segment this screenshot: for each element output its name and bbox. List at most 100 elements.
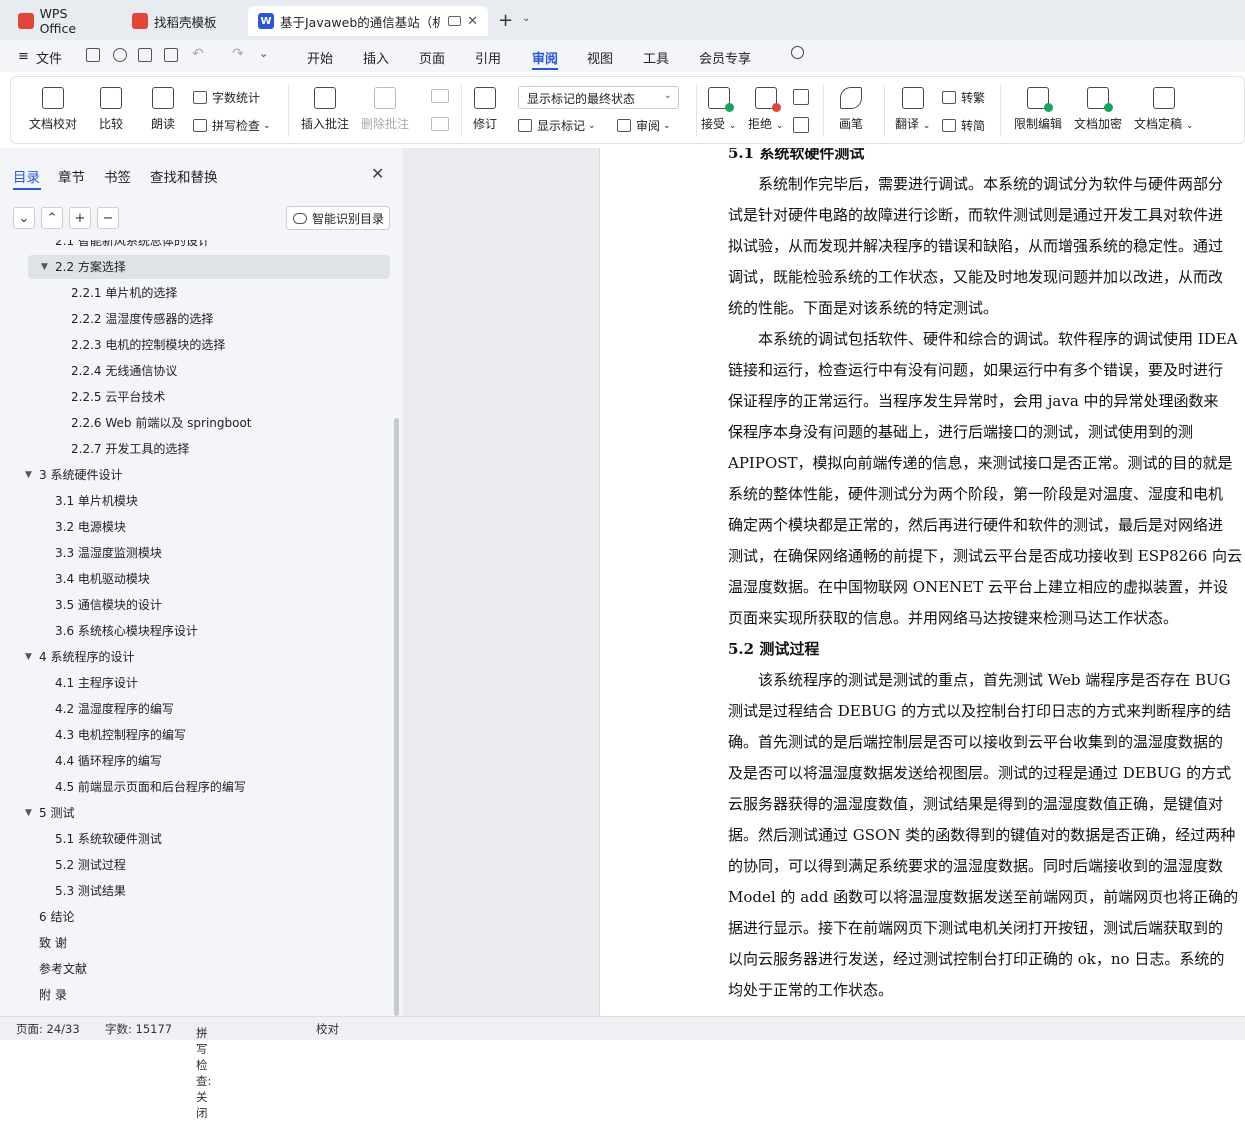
toc-item[interactable]: 4.4 循环程序的编写 [55,750,162,772]
expand-triangle-icon[interactable]: ▼ [25,646,32,668]
chevron-down-icon: ⌄ [663,90,672,101]
close-tab-icon[interactable]: ✕ [467,14,478,29]
menu-home[interactable]: 开始 [307,48,333,67]
toc-item[interactable]: 2.2.6 Web 前端以及 springboot [71,412,252,434]
restrict-edit-button[interactable]: 限制编辑 [1014,87,1062,132]
save-icon[interactable] [86,48,100,62]
menu-member[interactable]: 会员专享 [699,48,751,67]
toc-item[interactable]: 2.2.5 云平台技术 [71,386,165,408]
nav-scrollbar[interactable] [394,418,399,1016]
pen-button[interactable]: 画笔 [839,87,863,132]
toc-item[interactable]: 2.2.1 单片机的选择 [71,282,177,304]
expand-triangle-icon[interactable]: ▼ [25,464,32,486]
search-icon[interactable] [791,46,804,59]
doc-check-button[interactable]: 文档校对 [29,87,77,132]
tab-chapters[interactable]: 章节 [58,166,85,186]
toc-item[interactable]: 3.2 电源模块 [55,516,126,538]
toc-item[interactable]: 6 结论 [39,906,74,928]
finalize-button[interactable]: 文档定稿 ⌄ [1134,87,1193,132]
redo-icon[interactable]: ↷ [232,46,244,62]
menu-file[interactable]: 文件 [36,48,62,67]
review-pane-button[interactable]: 审阅 ⌄ [617,117,671,134]
document-page[interactable]: 5.1 系统软硬件测试 系统制作完毕后，需要进行调试。本系统的调试分为软件与硬件… [599,148,1245,1016]
link-icon[interactable] [113,48,127,62]
undo-icon[interactable]: ↶ [192,46,204,62]
toc-item[interactable]: 2.1 智能新风系统总体的设计 [55,240,210,252]
smart-toc-button[interactable]: 智能识别目录 [286,206,390,230]
read-aloud-button[interactable]: 朗读 [151,87,175,132]
prev-change-icon[interactable] [793,89,809,105]
word-count-button[interactable]: 字数统计 [193,89,260,106]
toc-item[interactable]: 2.2.7 开发工具的选择 [71,438,189,460]
tab-find-replace[interactable]: 查找和替换 [150,166,218,186]
hamburger-icon[interactable]: ≡ [18,49,29,64]
compare-button[interactable]: 比较 [99,87,123,132]
menu-page[interactable]: 页面 [419,48,445,67]
tab-wps-office[interactable]: WPS Office [8,6,116,36]
revise-button[interactable]: 修订 [473,87,497,132]
toc-item[interactable]: 5.2 测试过程 [55,854,126,876]
show-markup-button[interactable]: 显示标记 ⌄ [518,117,596,134]
new-tab-icon[interactable]: + [498,10,513,31]
reject-button[interactable]: 拒绝 ⌄ [748,87,783,132]
display-state-select[interactable]: 显示标记的最终状态 ⌄ [518,86,679,109]
prev-comment-icon[interactable] [431,89,449,103]
toc-item[interactable]: 2.2 方案选择 [55,256,126,278]
expand-triangle-icon[interactable]: ▼ [25,802,32,824]
chevron-down-icon[interactable]: ⌄ [259,47,268,60]
translate-button[interactable]: 翻译 ⌄ [895,87,930,132]
toc-item[interactable]: 3.6 系统核心模块程序设计 [55,620,198,642]
chevron-down-icon[interactable]: ⌄ [522,13,530,24]
toc-item[interactable]: 3.3 温湿度监测模块 [55,542,162,564]
collapse-up-button[interactable]: ⌃ [41,207,63,229]
add-level-button[interactable]: + [69,207,91,229]
toc-item[interactable]: 附 录 [39,984,67,1006]
toc-item[interactable]: 5 测试 [39,802,74,824]
tab-template[interactable]: 找稻壳模板 [122,6,244,36]
toc-item[interactable]: 3 系统硬件设计 [39,464,122,486]
toc-item[interactable]: 2.2.3 电机的控制模块的选择 [71,334,225,356]
tab-document[interactable]: W 基于Javaweb的通信基站（机房 ✕ [248,6,488,36]
toc-item[interactable]: 2.2.2 温湿度传感器的选择 [71,308,213,330]
toc-item[interactable]: 4.3 电机控制程序的编写 [55,724,186,746]
remove-level-button[interactable]: − [97,207,119,229]
preview-icon[interactable] [164,48,178,62]
to-simplified-button[interactable]: 转简 [942,117,985,134]
toc-item[interactable]: 3.1 单片机模块 [55,490,138,512]
print-icon[interactable] [138,48,152,62]
tab-bookmarks[interactable]: 书签 [104,166,131,186]
page-indicator[interactable]: 页面: 24/33 [16,1021,80,1037]
toc-item[interactable]: 5.3 测试结果 [55,880,126,902]
toc-item[interactable]: 3.4 电机驱动模块 [55,568,150,590]
expand-triangle-icon[interactable]: ▼ [41,256,48,278]
toc-item[interactable]: 致 谢 [39,932,67,954]
menu-insert[interactable]: 插入 [363,48,389,67]
proofread-status[interactable]: 校对 [316,1021,339,1037]
menu-view[interactable]: 视图 [587,48,613,67]
insert-comment-button[interactable]: 插入批注 [301,87,349,132]
toc-item[interactable]: 参考文献 [39,958,87,980]
toc-item[interactable]: 4.2 温湿度程序的编写 [55,698,174,720]
next-change-icon[interactable] [793,117,809,133]
menu-reference[interactable]: 引用 [475,48,501,67]
delete-comment-button[interactable]: 删除批注 [361,87,409,132]
toc-item[interactable]: 4.1 主程序设计 [55,672,138,694]
accept-button[interactable]: 接受 ⌄ [701,87,736,132]
menu-tools[interactable]: 工具 [643,48,669,67]
window-icon[interactable] [448,16,461,26]
encrypt-button[interactable]: 文档加密 [1074,87,1122,132]
toc-item[interactable]: 4 系统程序的设计 [39,646,134,668]
menu-review[interactable]: 审阅 [532,48,558,67]
toc-item[interactable]: 2.2.4 无线通信协议 [71,360,177,382]
close-icon[interactable]: ✕ [371,164,384,183]
toc-item[interactable]: 3.5 通信模块的设计 [55,594,162,616]
tab-toc[interactable]: 目录 [13,166,40,186]
toc-item[interactable]: 5.1 系统软硬件测试 [55,828,162,850]
word-count[interactable]: 字数: 15177 [105,1021,172,1037]
divider [288,85,289,137]
to-traditional-button[interactable]: 转繁 [942,89,985,106]
toc-item[interactable]: 4.5 前端显示页面和后台程序的编写 [55,776,246,798]
expand-down-button[interactable]: ⌄ [13,207,35,229]
spell-check-button[interactable]: 拼写检查 ⌄ [193,117,271,134]
next-comment-icon[interactable] [431,117,449,131]
